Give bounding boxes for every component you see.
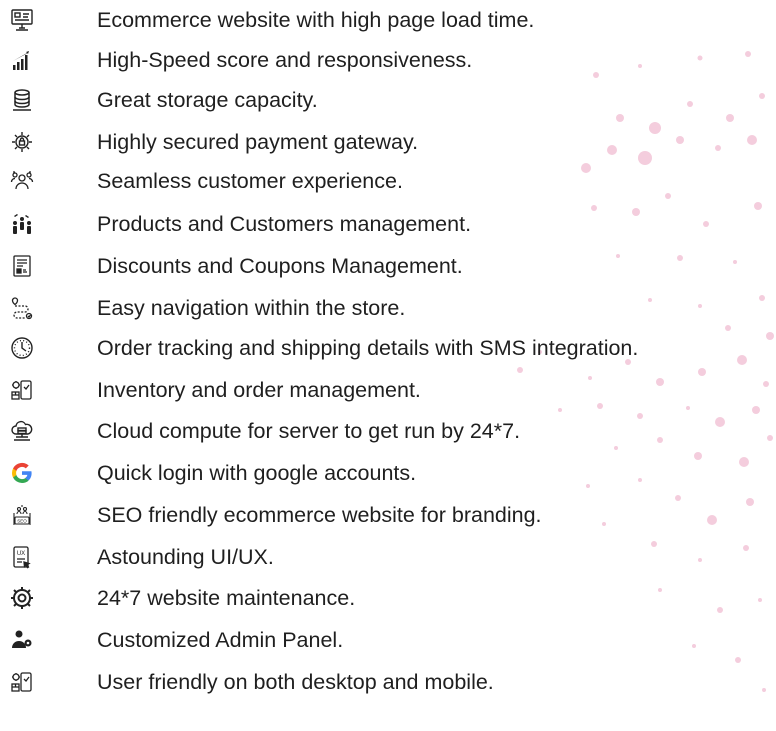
feature-list-item: Seamless customer experience. <box>0 163 776 203</box>
feature-label: Products and Customers management. <box>97 212 472 236</box>
svg-text:UX: UX <box>17 551 25 557</box>
feature-label: 24*7 website maintenance. <box>97 586 356 610</box>
clock-icon <box>10 336 34 360</box>
cloud-server-icon <box>10 419 34 443</box>
feature-list-item: 24*7 website maintenance. <box>0 580 776 620</box>
feature-list-item: User friendly on both desktop and mobile… <box>0 664 776 704</box>
feature-list-item: Highly secured payment gateway. <box>0 124 776 164</box>
feature-label: Ecommerce website with high page load ti… <box>97 8 535 32</box>
feature-label: Astounding UI/UX. <box>97 545 274 569</box>
feature-label: Inventory and order management. <box>97 378 421 402</box>
support-maintenance-icon <box>10 586 34 610</box>
feature-list-item: Discounts and Coupons Management. <box>0 248 776 288</box>
google-icon <box>10 461 34 485</box>
feature-list-item: Quick login with google accounts. <box>0 455 776 495</box>
secure-payment-icon <box>10 130 34 154</box>
feature-list-item: Easy navigation within the store. <box>0 290 776 330</box>
people-management-icon <box>10 212 34 236</box>
feature-list-item: Inventory and order management. <box>0 372 776 412</box>
feature-list-item: High-Speed score and responsiveness. <box>0 42 776 82</box>
feature-label: Quick login with google accounts. <box>97 461 417 485</box>
coupon-document-icon <box>10 254 34 278</box>
feature-label: Order tracking and shipping details with… <box>97 336 639 360</box>
feature-page: Ecommerce website with high page load ti… <box>0 0 776 731</box>
website-speed-icon <box>10 8 34 32</box>
ux-ui-icon: UX <box>10 545 34 569</box>
inventory-icon <box>10 378 34 402</box>
feature-label: Cloud compute for server to get run by 2… <box>97 419 521 443</box>
feature-label: User friendly on both desktop and mobile… <box>97 670 494 694</box>
feature-label: Easy navigation within the store. <box>97 296 406 320</box>
feature-label: Highly secured payment gateway. <box>97 130 419 154</box>
feature-label: Great storage capacity. <box>97 88 318 112</box>
navigation-route-icon <box>10 296 34 320</box>
admin-panel-icon <box>10 628 34 652</box>
feature-list-item: Cloud compute for server to get run by 2… <box>0 413 776 453</box>
bar-chart-icon <box>10 48 34 72</box>
feature-list-item: Ecommerce website with high page load ti… <box>0 2 776 42</box>
feature-list-item: SEO SEO friendly ecommerce website for br… <box>0 497 776 537</box>
customer-group-icon <box>10 169 34 193</box>
svg-text:SEO: SEO <box>17 519 27 524</box>
feature-list-item: Products and Customers management. <box>0 206 776 246</box>
responsive-devices-icon <box>10 670 34 694</box>
feature-label: Customized Admin Panel. <box>97 628 344 652</box>
feature-list-item: Order tracking and shipping details with… <box>0 330 776 370</box>
feature-label: Discounts and Coupons Management. <box>97 254 463 278</box>
feature-label: High-Speed score and responsiveness. <box>97 48 473 72</box>
database-icon <box>10 88 34 112</box>
feature-label: Seamless customer experience. <box>97 169 403 193</box>
seo-icon: SEO <box>10 503 34 527</box>
feature-list-item: Great storage capacity. <box>0 82 776 122</box>
feature-list-item: Customized Admin Panel. <box>0 622 776 662</box>
feature-list-item: UX Astounding UI/UX. <box>0 539 776 579</box>
feature-label: SEO friendly ecommerce website for brand… <box>97 503 542 527</box>
